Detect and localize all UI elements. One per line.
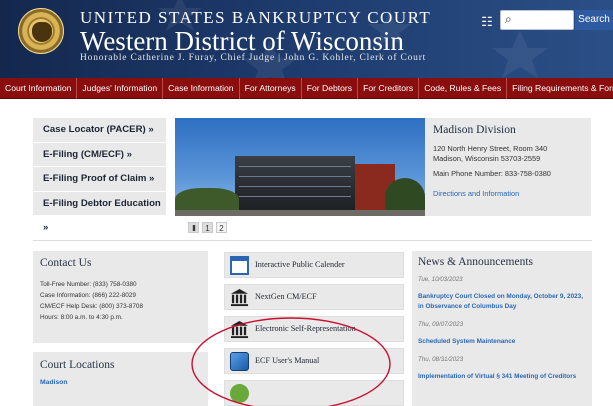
link-label: NextGen CM/ECF	[255, 292, 317, 301]
window-line	[239, 186, 351, 187]
news-headline-link[interactable]: Bankruptcy Court Closed on Monday, Octob…	[418, 292, 586, 312]
site-header: UNITED STATES BANKRUPTCY COURT Western D…	[0, 0, 613, 78]
nav-case-information[interactable]: Case Information	[163, 78, 240, 99]
directions-link[interactable]: Directions and Information	[433, 189, 583, 198]
window-line	[239, 196, 351, 197]
court-locations-card: Court Locations Madison	[33, 352, 208, 406]
court-seal-logo[interactable]	[18, 8, 64, 54]
news-card: News & Announcements Tue, 10/03/2023 Ban…	[412, 251, 592, 406]
pause-icon[interactable]: II	[188, 222, 199, 233]
courthouse-icon	[230, 288, 249, 307]
news-headline-link[interactable]: Implementation of Virtual § 341 Meeting …	[418, 372, 586, 382]
divider	[33, 240, 592, 241]
e-filing-debtor-education-link[interactable]: E-Filing Debtor Education »	[33, 191, 166, 233]
court-name-line: UNITED STATES BANKRUPTCY COURT	[80, 8, 432, 27]
news-title: News & Announcements	[418, 256, 533, 268]
nav-for-debtors[interactable]: For Debtors	[302, 78, 359, 99]
e-filing-proof-of-claim-link[interactable]: E-Filing Proof of Claim »	[33, 167, 166, 192]
building-shape	[235, 156, 355, 214]
court-locations-title: Court Locations	[40, 359, 115, 371]
news-date: Thu, 08/31/2023	[418, 356, 464, 363]
news-date: Tue, 10/03/2023	[418, 276, 463, 283]
window-line	[239, 166, 351, 167]
quick-links: Case Locator (PACER) » E-Filing (CM/ECF)…	[33, 118, 166, 233]
slider-controls: II 1 2	[188, 222, 227, 233]
public-calendar-link[interactable]: Interactive Public Calender	[224, 252, 404, 278]
nav-judges-information[interactable]: Judges' Information	[77, 78, 164, 99]
news-headline-link[interactable]: Scheduled System Maintenance	[418, 337, 586, 347]
news-date: Thu, 09/07/2023	[418, 321, 464, 328]
eagle-emblem	[32, 22, 52, 42]
division-title: Madison Division	[433, 124, 516, 136]
contact-card: Contact Us Toll-Free Number: (833) 758-0…	[33, 251, 208, 343]
judges-subtitle: Honorable Catherine J. Furay, Chief Judg…	[80, 53, 427, 63]
nextgen-cmecf-link[interactable]: NextGen CM/ECF	[224, 284, 404, 310]
nav-code-rules-fees[interactable]: Code, Rules & Fees	[419, 78, 508, 99]
magnifier-icon: ⌕	[505, 12, 512, 26]
search-button[interactable]: Search	[575, 10, 613, 30]
nav-filing-requirements-forms[interactable]: Filing Requirements & Forms	[507, 78, 613, 99]
slide-1-button[interactable]: 1	[202, 222, 213, 233]
slide-2-button[interactable]: 2	[216, 222, 227, 233]
contact-title: Contact Us	[40, 257, 92, 269]
search-input[interactable]: ⌕	[500, 10, 574, 30]
office-hours: Hours: 8:00 a.m. to 4:30 p.m.	[40, 314, 123, 321]
link-label: Interactive Public Calender	[255, 260, 345, 269]
calendar-icon	[230, 256, 249, 275]
help-desk-number: CM/ECF Help Desk: (800) 373-8708	[40, 303, 144, 310]
main-nav: Court Information Judges' Information Ca…	[0, 78, 613, 99]
courthouse-photo	[175, 118, 425, 216]
case-locator-link[interactable]: Case Locator (PACER) »	[33, 118, 166, 143]
nav-for-attorneys[interactable]: For Attorneys	[240, 78, 302, 99]
red-annotation-circle	[191, 317, 391, 406]
main-phone: Main Phone Number: 833-758-0380	[433, 169, 551, 178]
address-line-2: Madison, Wisconsin 53703-2559	[433, 154, 541, 163]
address-line-1: 120 North Henry Street, Room 340	[433, 144, 548, 153]
nav-for-creditors[interactable]: For Creditors	[358, 78, 420, 99]
street-shape	[175, 210, 425, 216]
window-line	[239, 176, 351, 177]
translate-icon[interactable]: ☷	[476, 12, 498, 32]
nav-court-information[interactable]: Court Information	[0, 78, 78, 99]
e-filing-link[interactable]: E-Filing (CM/ECF) »	[33, 142, 166, 167]
division-info: Madison Division 120 North Henry Street,…	[425, 118, 591, 216]
case-information-number: Case Information: (866) 222-8029	[40, 292, 136, 299]
madison-location-link[interactable]: Madison	[40, 379, 201, 386]
toll-free-number: Toll-Free Number: (833) 758-0380	[40, 281, 137, 288]
